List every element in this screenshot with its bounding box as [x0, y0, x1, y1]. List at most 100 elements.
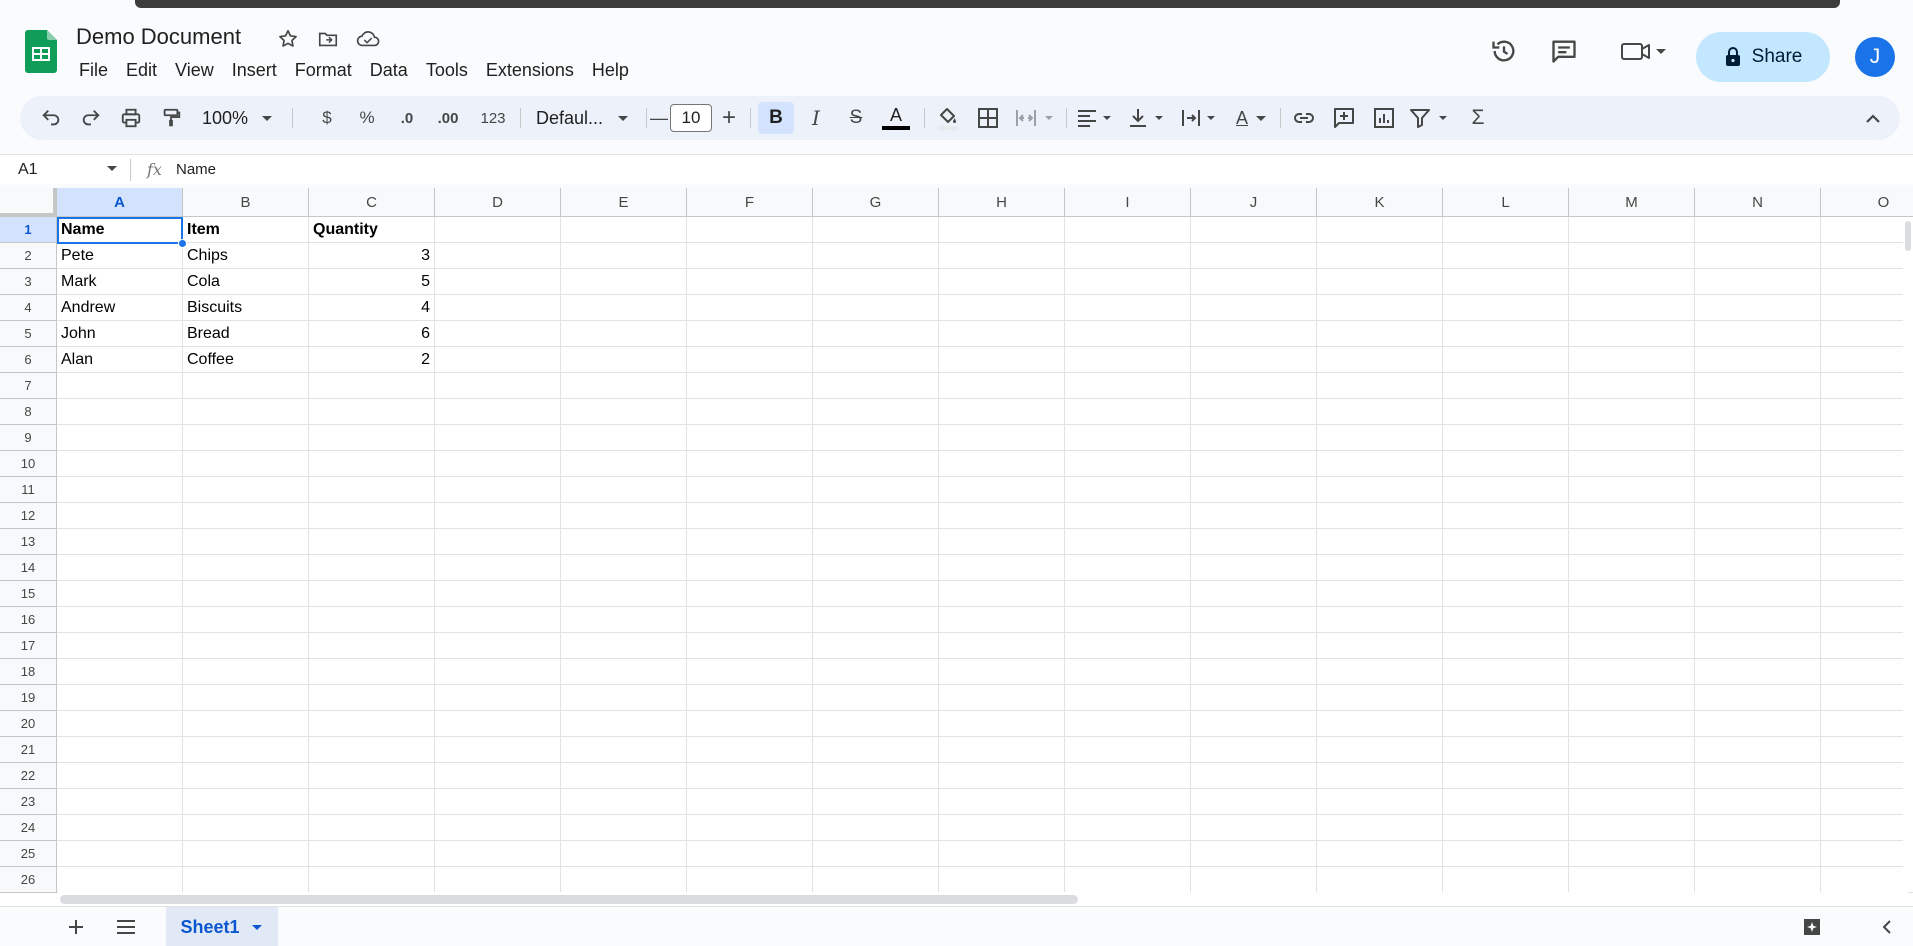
- cell-o25[interactable]: [1821, 841, 1913, 867]
- cell-j4[interactable]: [1191, 295, 1317, 321]
- cell-i5[interactable]: [1065, 321, 1191, 347]
- text-rotation-button[interactable]: A: [1230, 96, 1274, 140]
- cell-d26[interactable]: [435, 867, 561, 893]
- cell-i10[interactable]: [1065, 451, 1191, 477]
- move-folder-icon[interactable]: [315, 26, 341, 52]
- cell-a4[interactable]: Andrew: [57, 295, 183, 321]
- cell-a7[interactable]: [57, 373, 183, 399]
- row-header-21[interactable]: 21: [0, 737, 57, 763]
- cell-m1[interactable]: [1569, 217, 1695, 243]
- cell-f15[interactable]: [687, 581, 813, 607]
- cell-c23[interactable]: [309, 789, 435, 815]
- cell-a1[interactable]: Name: [57, 217, 183, 243]
- cell-f13[interactable]: [687, 529, 813, 555]
- cell-h6[interactable]: [939, 347, 1065, 373]
- cell-h5[interactable]: [939, 321, 1065, 347]
- column-header-h[interactable]: H: [939, 188, 1065, 217]
- cell-l14[interactable]: [1443, 555, 1569, 581]
- row-header-17[interactable]: 17: [0, 633, 57, 659]
- column-header-c[interactable]: C: [309, 188, 435, 217]
- zoom-select[interactable]: 100%: [198, 96, 278, 140]
- cell-k18[interactable]: [1317, 659, 1443, 685]
- row-header-12[interactable]: 12: [0, 503, 57, 529]
- cell-e17[interactable]: [561, 633, 687, 659]
- cell-k12[interactable]: [1317, 503, 1443, 529]
- column-header-g[interactable]: G: [813, 188, 939, 217]
- cell-e4[interactable]: [561, 295, 687, 321]
- cell-a22[interactable]: [57, 763, 183, 789]
- cell-c13[interactable]: [309, 529, 435, 555]
- name-box[interactable]: A1: [18, 161, 38, 179]
- cell-e21[interactable]: [561, 737, 687, 763]
- cell-m4[interactable]: [1569, 295, 1695, 321]
- cell-h18[interactable]: [939, 659, 1065, 685]
- cell-i6[interactable]: [1065, 347, 1191, 373]
- cell-m9[interactable]: [1569, 425, 1695, 451]
- cell-b25[interactable]: [183, 841, 309, 867]
- cell-d23[interactable]: [435, 789, 561, 815]
- cell-a6[interactable]: Alan: [57, 347, 183, 373]
- cell-m2[interactable]: [1569, 243, 1695, 269]
- cell-e20[interactable]: [561, 711, 687, 737]
- cell-e9[interactable]: [561, 425, 687, 451]
- cell-j11[interactable]: [1191, 477, 1317, 503]
- cell-l10[interactable]: [1443, 451, 1569, 477]
- cell-j12[interactable]: [1191, 503, 1317, 529]
- cell-l11[interactable]: [1443, 477, 1569, 503]
- cell-n24[interactable]: [1695, 815, 1821, 841]
- cell-o11[interactable]: [1821, 477, 1913, 503]
- cell-d9[interactable]: [435, 425, 561, 451]
- merge-cells-icon[interactable]: [1010, 96, 1060, 140]
- sheet-tab[interactable]: Sheet1: [166, 907, 278, 946]
- cell-o1[interactable]: [1821, 217, 1913, 243]
- cell-n6[interactable]: [1695, 347, 1821, 373]
- cell-e6[interactable]: [561, 347, 687, 373]
- cell-k20[interactable]: [1317, 711, 1443, 737]
- horizontal-align-icon[interactable]: [1074, 96, 1118, 140]
- cell-j24[interactable]: [1191, 815, 1317, 841]
- cell-n11[interactable]: [1695, 477, 1821, 503]
- cell-l4[interactable]: [1443, 295, 1569, 321]
- text-wrapping-icon[interactable]: [1178, 96, 1222, 140]
- cell-m14[interactable]: [1569, 555, 1695, 581]
- cloud-saved-icon[interactable]: [355, 26, 381, 52]
- star-icon[interactable]: [275, 26, 301, 52]
- cell-m12[interactable]: [1569, 503, 1695, 529]
- cell-g19[interactable]: [813, 685, 939, 711]
- cell-h21[interactable]: [939, 737, 1065, 763]
- cell-c14[interactable]: [309, 555, 435, 581]
- cell-h26[interactable]: [939, 867, 1065, 893]
- row-header-8[interactable]: 8: [0, 399, 57, 425]
- cell-h15[interactable]: [939, 581, 1065, 607]
- cell-k24[interactable]: [1317, 815, 1443, 841]
- cell-f4[interactable]: [687, 295, 813, 321]
- cell-c10[interactable]: [309, 451, 435, 477]
- cell-f25[interactable]: [687, 841, 813, 867]
- cell-a13[interactable]: [57, 529, 183, 555]
- cell-c7[interactable]: [309, 373, 435, 399]
- font-size-input[interactable]: 10: [670, 104, 712, 132]
- cell-g6[interactable]: [813, 347, 939, 373]
- cell-g9[interactable]: [813, 425, 939, 451]
- cell-d22[interactable]: [435, 763, 561, 789]
- row-header-20[interactable]: 20: [0, 711, 57, 737]
- cell-n23[interactable]: [1695, 789, 1821, 815]
- row-header-16[interactable]: 16: [0, 607, 57, 633]
- cell-h10[interactable]: [939, 451, 1065, 477]
- cell-c12[interactable]: [309, 503, 435, 529]
- cell-j19[interactable]: [1191, 685, 1317, 711]
- cell-j8[interactable]: [1191, 399, 1317, 425]
- cell-o18[interactable]: [1821, 659, 1913, 685]
- cell-b2[interactable]: Chips: [183, 243, 309, 269]
- horizontal-scroll-thumb[interactable]: [60, 895, 1078, 904]
- cell-m16[interactable]: [1569, 607, 1695, 633]
- cell-m24[interactable]: [1569, 815, 1695, 841]
- cell-e3[interactable]: [561, 269, 687, 295]
- cell-a8[interactable]: [57, 399, 183, 425]
- comments-icon[interactable]: [1545, 32, 1583, 70]
- cell-e7[interactable]: [561, 373, 687, 399]
- cell-a5[interactable]: John: [57, 321, 183, 347]
- cell-l18[interactable]: [1443, 659, 1569, 685]
- cell-b10[interactable]: [183, 451, 309, 477]
- cell-d3[interactable]: [435, 269, 561, 295]
